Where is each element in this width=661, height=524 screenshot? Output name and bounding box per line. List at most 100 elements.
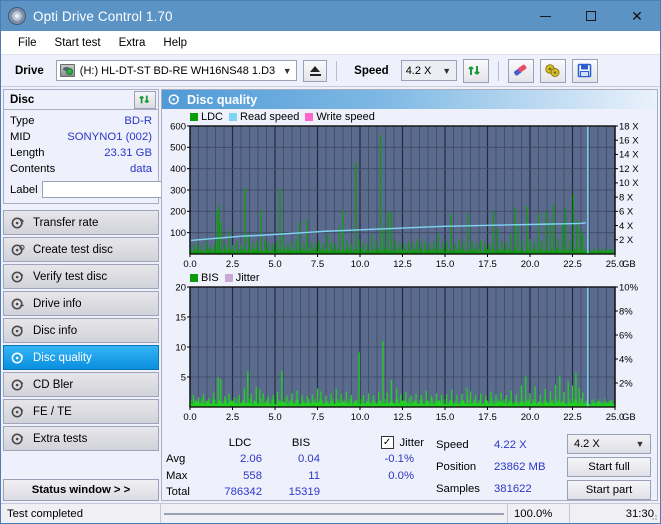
drive-label: Drive	[15, 64, 44, 77]
sidebar-item-create-test-disc[interactable]: Create test disc	[3, 237, 159, 262]
sidebar-item-drive-info[interactable]: Drive info	[3, 291, 159, 316]
menu-item-help[interactable]: Help	[154, 34, 196, 52]
test-controls: 4.2 X ▼ Start full Start part	[567, 434, 653, 500]
sidebar-item-label: CD Bler	[33, 378, 74, 391]
jitter-checkbox[interactable]: ✓	[380, 436, 394, 450]
bis-plot[interactable]: 5 10 15 20 2% 4% 6% 8% 10% 0.0 2.5 5.0 7.5 10.0 12.5 15…	[164, 284, 655, 424]
erase-button[interactable]	[507, 58, 534, 83]
eject-button[interactable]	[303, 59, 328, 82]
progress-cell	[161, 504, 508, 523]
speed-position-table: Speed 4.22 X Position 23862 MB Samples 3…	[436, 434, 564, 500]
stats-header-jitter: ✓ Jitter	[330, 436, 424, 450]
disc-icon	[11, 216, 25, 229]
samples-key: Samples	[436, 483, 480, 495]
menu-bar: File Start test Extra Help	[1, 31, 660, 55]
stats-max-ldc: 558	[243, 469, 262, 482]
window-title: Opti Drive Control 1.70	[33, 8, 173, 24]
drive-select[interactable]: (H:) HL-DT-ST BD-RE WH16NS48 1.D3 ▼	[55, 60, 298, 81]
chevron-down-icon: ▼	[442, 65, 452, 76]
bis-chart-block: BIS Jitter 5 10 15 20 2% 4% 6% 8% 10% 0.0 2.5 5.0 7.…	[164, 271, 655, 424]
speed-select[interactable]: 4.2 X ▼	[400, 60, 457, 81]
maximize-button[interactable]	[568, 1, 614, 31]
status-message: Test completed	[1, 504, 161, 523]
test-speed-select[interactable]: 4.2 X ▼	[567, 434, 651, 454]
ldc-plot[interactable]: 100 200 300 400 500 600 2 X 4 X 6 X 8 X 10 X 12 X 14…	[164, 123, 655, 271]
legend-swatch-bis	[190, 273, 198, 282]
disc-label-row: Label	[10, 180, 246, 199]
disc-icon	[11, 351, 24, 364]
disc-panel-title: Disc	[10, 93, 35, 106]
stats-avg-jitter: -0.1%	[384, 453, 414, 466]
eraser-icon	[514, 64, 527, 76]
svg-text:15: 15	[175, 312, 186, 323]
stats-header-ldc: LDC	[228, 436, 252, 449]
sidebar-item-verify-test-disc[interactable]: Verify test disc	[3, 264, 159, 289]
disc-type-label: Type	[10, 115, 35, 127]
ldc-chart-block: LDC Read speed Write speed 100 200 300 400 5…	[164, 110, 655, 271]
sidebar-item-transfer-rate[interactable]: Transfer rate	[3, 210, 159, 235]
toolbar-divider-1	[336, 60, 338, 81]
eject-icon	[309, 65, 321, 76]
disc-refresh-button[interactable]	[134, 90, 156, 109]
nav-list: Transfer rate Create test disc Verify te…	[3, 210, 159, 451]
svg-text:22.5: 22.5	[563, 412, 582, 423]
svg-text:10 X: 10 X	[619, 178, 639, 189]
disc-mid-label: MID	[10, 131, 31, 143]
svg-text:17.5: 17.5	[478, 259, 497, 270]
sidebar-item-label: Drive info	[33, 297, 82, 310]
start-full-button[interactable]: Start full	[567, 457, 651, 477]
svg-text:6 X: 6 X	[619, 207, 634, 218]
disc-icon	[11, 378, 24, 391]
status-window-button[interactable]: Status window > >	[3, 479, 159, 501]
main-panel: Disc quality LDC Read speed Write speed …	[161, 89, 658, 501]
stats-header-bis: BIS	[291, 436, 311, 449]
bis-chart-legend: BIS Jitter	[164, 271, 655, 284]
sidebar-item-label: Create test disc	[33, 243, 113, 256]
start-part-button[interactable]: Start part	[567, 480, 651, 500]
disc-contents-label: Contents	[10, 163, 56, 175]
legend-label-bis: BIS	[201, 271, 219, 284]
legend-label-write-speed: Write speed	[316, 110, 375, 123]
sidebar-item-label: Disc quality	[33, 351, 92, 364]
svg-text:4 X: 4 X	[619, 221, 634, 232]
svg-text:10%: 10%	[619, 284, 639, 293]
sidebar-item-disc-info[interactable]: Disc info	[3, 318, 159, 343]
svg-text:0.0: 0.0	[183, 412, 196, 423]
legend-item-ldc: LDC	[190, 111, 223, 123]
resize-grip-icon[interactable]	[648, 511, 658, 521]
settings-button[interactable]	[539, 58, 566, 83]
svg-text:200: 200	[170, 207, 186, 218]
stats-avg-ldc: 2.06	[240, 453, 262, 466]
title-bar: Opti Drive Control 1.70 ✕	[1, 1, 660, 31]
bis-plot-svg: 5 10 15 20 2% 4% 6% 8% 10% 0.0 2.5 5.0 7.5 10.0 12.5 15…	[175, 284, 639, 423]
sidebar-item-cd-bler[interactable]: CD Bler	[3, 372, 159, 397]
save-button[interactable]	[571, 58, 598, 83]
sidebar-item-extra-tests[interactable]: Extra tests	[3, 426, 159, 451]
chevron-down-icon: ▼	[635, 439, 645, 449]
disc-info-rows: Type BD-R MID SONYNO1 (002) Length 23.31…	[4, 110, 246, 203]
svg-text:GB: GB	[622, 412, 636, 423]
svg-text:2%: 2%	[619, 378, 633, 389]
close-button[interactable]: ✕	[614, 1, 660, 31]
legend-label-ldc: LDC	[201, 110, 224, 123]
minimize-icon	[539, 15, 551, 17]
speed-label: Speed	[354, 64, 389, 77]
stats-table: LDC BIS ✓ Jitter Avg 2.06 0.04 -0.1% Max…	[166, 434, 424, 500]
svg-text:8%: 8%	[619, 306, 633, 317]
menu-item-extra[interactable]: Extra	[110, 34, 155, 52]
svg-text:14 X: 14 X	[619, 150, 639, 161]
stats-row-label-max: Max	[166, 469, 188, 482]
minimize-button[interactable]	[522, 1, 568, 31]
stats-max-jitter: 0.0%	[388, 469, 414, 482]
sidebar-item-fe-te[interactable]: FE / TE	[3, 399, 159, 424]
svg-text:5: 5	[181, 372, 186, 383]
disc-row-contents: Contents data	[10, 161, 152, 177]
sidebar-item-label: Transfer rate	[33, 216, 99, 229]
sidebar-item-disc-quality[interactable]: Disc quality	[3, 345, 159, 370]
disc-mid-value: SONYNO1 (002)	[67, 131, 152, 143]
menu-item-start-test[interactable]: Start test	[46, 34, 110, 52]
disc-icon	[11, 324, 23, 337]
refresh-button[interactable]	[462, 58, 489, 83]
disc-type-value: BD-R	[124, 115, 152, 127]
menu-item-file[interactable]: File	[9, 34, 46, 52]
